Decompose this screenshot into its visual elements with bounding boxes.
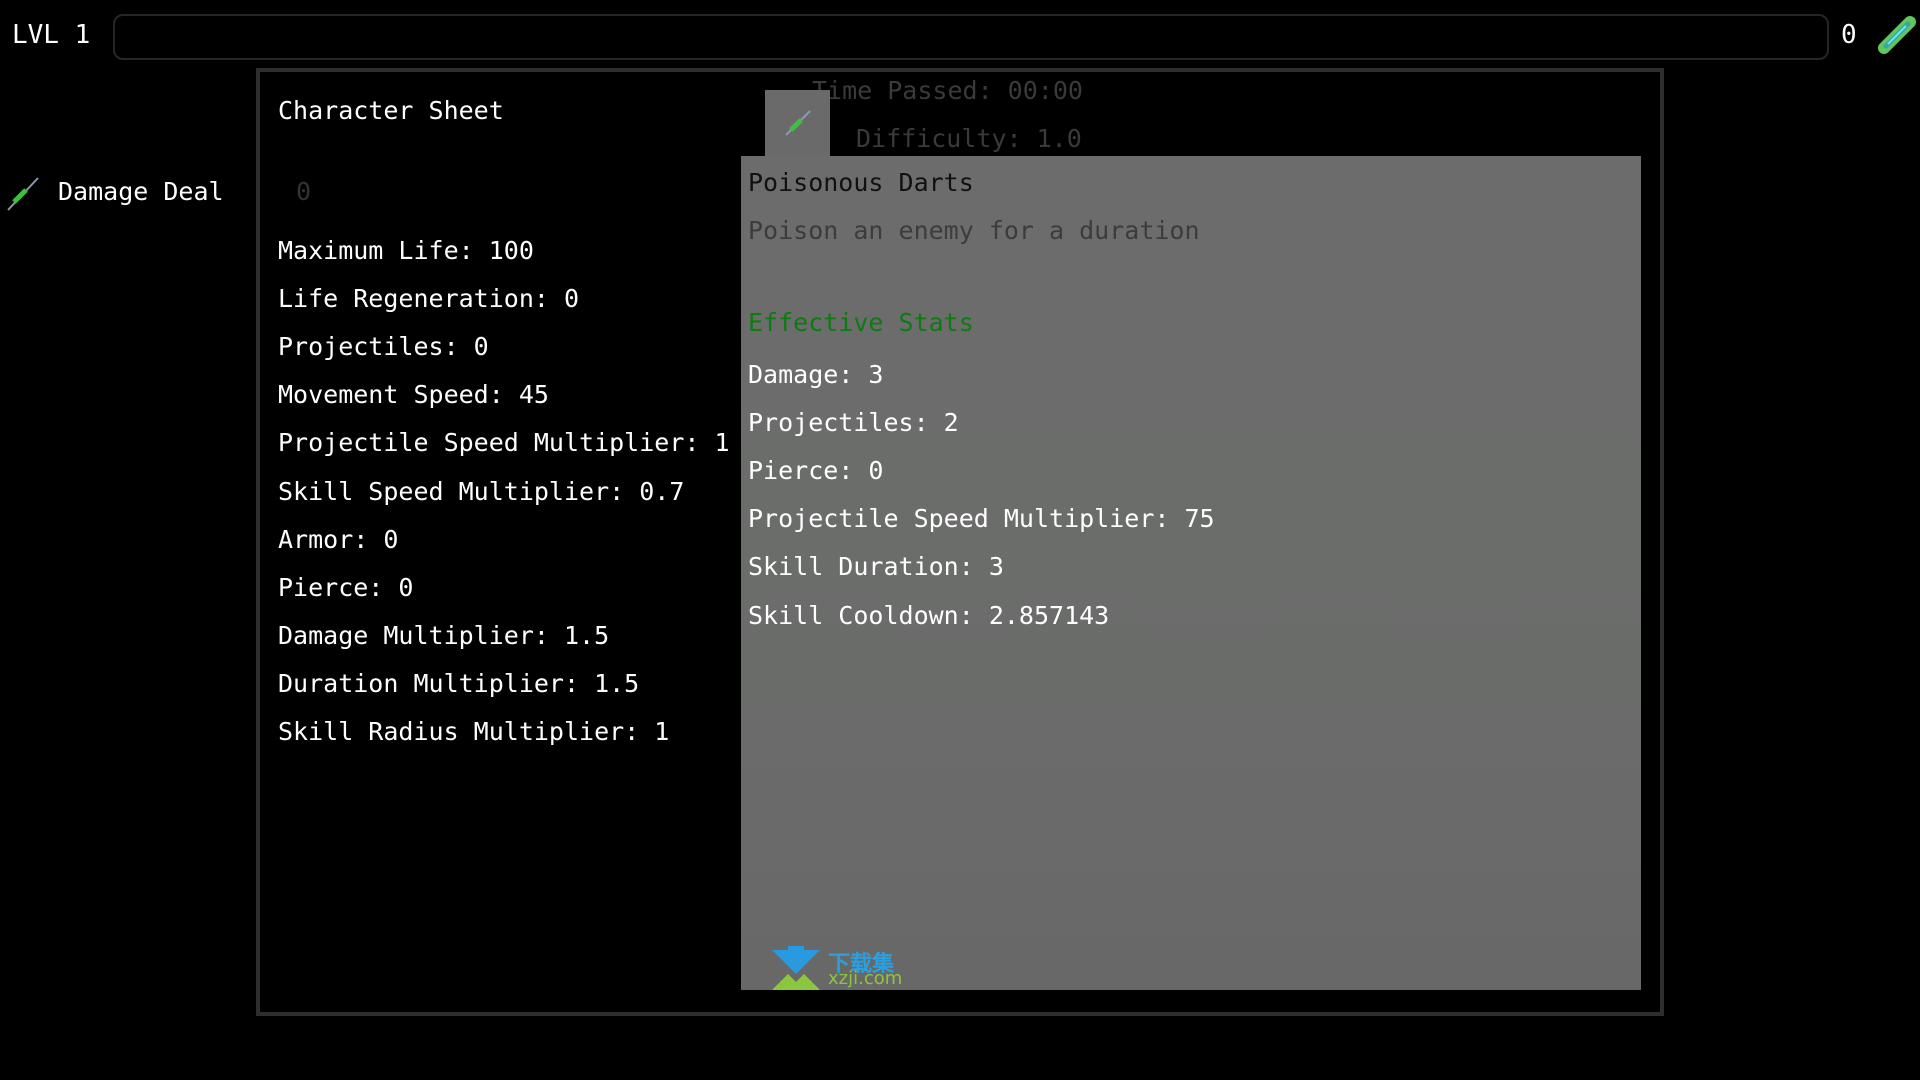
character-stat: Armor: 0 [278, 524, 399, 554]
character-stat: Life Regeneration: 0 [278, 284, 580, 314]
gem-icon [1878, 16, 1916, 54]
skill-tab-poisonous-darts[interactable] [765, 90, 830, 156]
xp-bar [113, 14, 1829, 60]
character-stat: Projectile Speed Multiplier: 1 [278, 428, 730, 458]
character-stat: Duration Multiplier: 1.5 [278, 668, 640, 698]
gem-count: 0 [1841, 20, 1857, 50]
character-stat: Projectiles: 0 [278, 332, 489, 362]
character-stat: Pierce: 0 [278, 572, 414, 602]
damage-dealt-label: Damage Deal [58, 177, 224, 206]
character-stat: Skill Radius Multiplier: 1 [278, 717, 670, 746]
watermark-text-en: xzji.com [828, 968, 903, 989]
effective-stat: Damage: 3 [748, 360, 884, 389]
effective-stat: Skill Cooldown: 2.857143 [748, 600, 1110, 630]
effective-stat: Projectiles: 2 [748, 408, 959, 438]
damage-dealt-value: 0 [296, 177, 312, 206]
character-stat: Maximum Life: 100 [278, 236, 534, 265]
skill-description: Poison an enemy for a duration [748, 216, 1200, 245]
skill-name: Poisonous Darts [748, 168, 974, 197]
character-stat: Damage Multiplier: 1.5 [278, 620, 610, 650]
dart-icon [785, 110, 811, 136]
effective-stat: Projectile Speed Multiplier: 75 [748, 504, 1215, 534]
character-stat: Movement Speed: 45 [278, 380, 549, 410]
level-label: LVL 1 [12, 20, 91, 50]
dart-icon [4, 174, 42, 212]
character-stat: Skill Speed Multiplier: 0.7 [278, 476, 685, 506]
effective-stat: Skill Duration: 3 [748, 552, 1004, 582]
time-passed: Time Passed: 00:00 [812, 76, 1083, 105]
difficulty: Difficulty: 1.0 [856, 124, 1082, 153]
character-sheet-title: Character Sheet [278, 96, 504, 125]
effective-stat: Pierce: 0 [748, 456, 884, 486]
effective-stats-heading: Effective Stats [748, 308, 974, 337]
